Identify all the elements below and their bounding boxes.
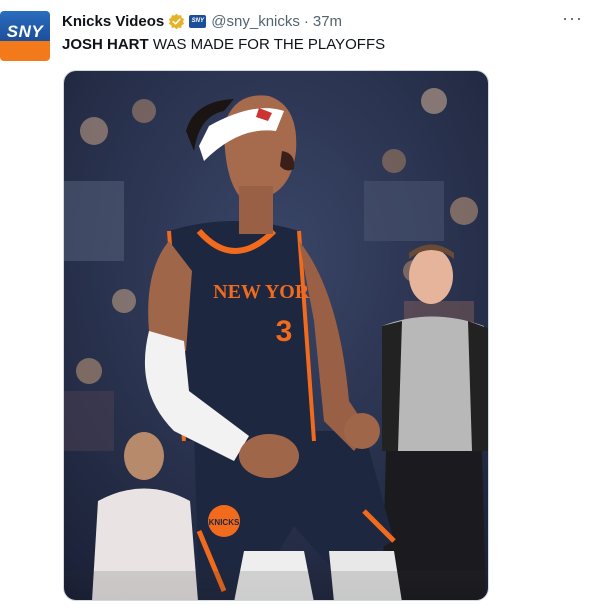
player-left-fist <box>239 434 299 478</box>
jersey-number: 3 <box>276 315 293 348</box>
shorts-logo-text: KNICKS <box>209 518 240 527</box>
separator-dot: · <box>303 12 309 30</box>
tweet-text-bold: JOSH HART <box>62 36 149 53</box>
tweet-text-rest: WAS MADE FOR THE PLAYOFFS <box>148 36 386 53</box>
display-name[interactable]: Knicks Videos <box>62 13 164 30</box>
timestamp[interactable]: 37m <box>313 13 342 30</box>
player-neck <box>239 186 273 234</box>
photo-illustration: KNICKS NEW YORK 3 <box>64 71 488 600</box>
avatar-logo-text: SNY <box>6 22 44 41</box>
affiliate-badge-text: SNY <box>191 18 204 24</box>
tweet-header: Knicks Videos SNY @sny_knicks · 37m <box>62 10 342 32</box>
tweet-photo[interactable]: KNICKS NEW YORK 3 <box>63 70 489 601</box>
more-horizontal-icon[interactable]: ··· <box>562 8 583 29</box>
tweet-text: JOSH HART WAS MADE FOR THE PLAYOFFS <box>62 36 385 53</box>
verified-badge-icon[interactable] <box>168 13 185 30</box>
affiliate-badge[interactable]: SNY <box>189 14 207 28</box>
avatar[interactable]: SNY <box>0 11 50 61</box>
referee-head <box>409 248 453 304</box>
fan-head <box>124 432 164 480</box>
user-handle[interactable]: @sny_knicks <box>211 13 300 30</box>
